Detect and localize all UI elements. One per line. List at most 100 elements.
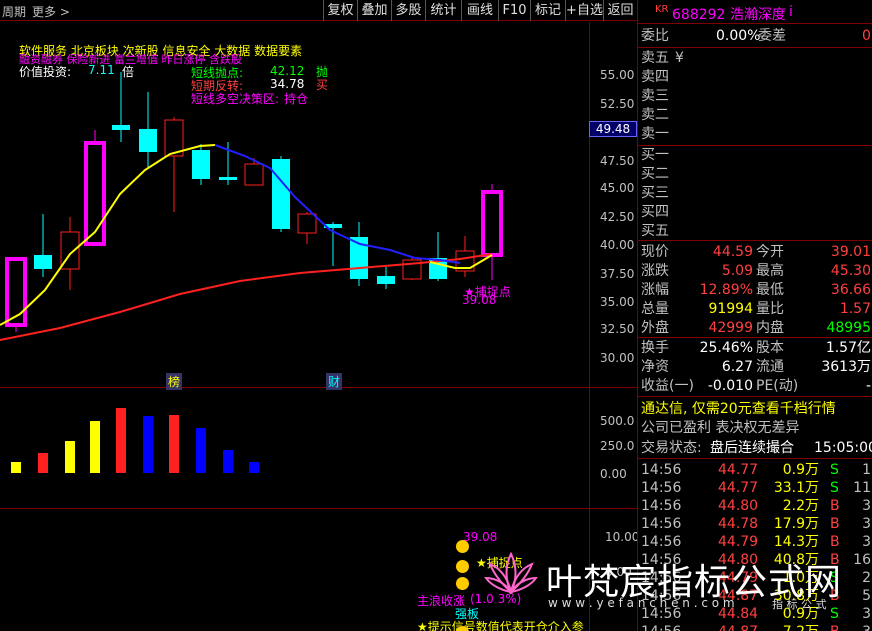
candle-body[interactable] xyxy=(34,255,52,269)
order-diff-value: 0 xyxy=(862,28,871,44)
price-tick-label: 52.50 xyxy=(600,97,635,111)
short-reversal-value: 34.78 xyxy=(270,77,305,91)
ask-level-row: 卖四 xyxy=(641,69,669,85)
quote-row: 收益(一) -0.010 PE(动) - xyxy=(641,378,871,394)
volume-bar xyxy=(196,428,206,473)
finance-marker[interactable]: 财 xyxy=(326,373,343,390)
candle-body[interactable] xyxy=(297,213,317,234)
volume-bar xyxy=(169,415,179,473)
stock-suffix: i xyxy=(789,4,793,20)
divider xyxy=(638,240,872,241)
market-badge: KR xyxy=(655,4,669,15)
volume-bar xyxy=(90,421,100,473)
short-sell-value: 42.12 xyxy=(270,64,305,78)
quote-row: 涨幅 12.89% 最低 36.66 xyxy=(641,282,871,298)
ask-level-row: 卖三 xyxy=(641,88,669,104)
candle-body[interactable] xyxy=(84,141,106,246)
strategy-label: 短线多空决策区: xyxy=(191,92,280,106)
notice-row-1[interactable]: 通达信, 仅需20元查看千档行情 xyxy=(638,400,872,418)
price-tick-label: 45.00 xyxy=(600,181,635,195)
toolbar-button-6[interactable]: 标记 xyxy=(530,0,565,21)
chart-canvas xyxy=(0,72,503,473)
volume-tick-label: 500.0 xyxy=(600,414,635,428)
volume-bar xyxy=(143,416,153,473)
more-button[interactable]: 更多 > xyxy=(32,3,70,20)
value-invest-label: 价值投资: xyxy=(19,65,72,79)
price-tick-label: 32.50 xyxy=(600,322,635,336)
watermark-url: w w w . y e f a n c h e n . c o m xyxy=(548,596,735,610)
price-tick-label: 55.00 xyxy=(600,68,635,82)
chart-area[interactable]: 软件服务 北京板块 次新股 信息安全 大数据 数据要素 融资融券 保险新进 富兰… xyxy=(0,22,640,631)
bid-level-row: 买四 xyxy=(641,204,669,220)
price-tick-label: 47.50 xyxy=(600,154,635,168)
list-marker[interactable]: 榜 xyxy=(166,373,183,390)
indicator-tick-label: 10.00 xyxy=(605,530,640,544)
toolbar-button-1[interactable]: 叠加 xyxy=(357,0,391,21)
stock-code-name[interactable]: 688292 浩瀚深度 xyxy=(672,4,786,24)
price-tick-label: 37.50 xyxy=(600,267,635,281)
quote-panel: KR 688292 浩瀚深度 i 委比 0.00% 委差 0 卖五 ¥ 卖四卖三卖二… xyxy=(637,0,872,631)
bid-level-row: 买一 xyxy=(641,147,669,163)
quote-row: 涨跌 5.09 最高 45.30 xyxy=(641,263,871,279)
volume-bar xyxy=(223,450,233,473)
candle-body[interactable] xyxy=(481,190,503,257)
quote-row: 总量 91994 量比 1.57 xyxy=(641,301,871,317)
tick-row: 14:56 44.80 2.2万 B 3 xyxy=(641,498,871,514)
ma-yellow-line xyxy=(0,144,216,326)
indicator-catch-value: 39.08 xyxy=(463,530,498,544)
volume-bar xyxy=(38,453,48,473)
price-axis-divider xyxy=(589,22,590,631)
value-invest-num: 7.11 xyxy=(88,63,115,77)
toolbar-button-3[interactable]: 统计 xyxy=(425,0,461,21)
chevron-right-icon: > xyxy=(59,5,70,19)
volume-bar xyxy=(11,462,21,473)
quote-row: 外盘 42999 内盘 48995 xyxy=(641,320,871,336)
toolbar-button-7[interactable]: +自选 xyxy=(565,0,603,21)
quote-row: 换手 25.46% 股本 1.57亿 xyxy=(641,340,871,356)
price-tick-label: 42.50 xyxy=(600,210,635,224)
candle-body[interactable] xyxy=(192,150,210,179)
ask-level-row: 卖二 xyxy=(641,107,669,123)
price-tick-label: 30.00 xyxy=(600,351,635,365)
bid-level-row: 买三 xyxy=(641,185,669,201)
candle-body[interactable] xyxy=(112,125,130,130)
tick-row: 14:56 44.77 33.1万 S 11 xyxy=(641,480,871,496)
order-ratio-value: 0.00% xyxy=(716,28,761,44)
divider xyxy=(638,337,872,338)
candle-body[interactable] xyxy=(244,163,264,186)
volume-bar xyxy=(116,408,126,473)
period-button[interactable]: 周期 xyxy=(2,3,26,20)
toolbar-button-4[interactable]: 画线 xyxy=(461,0,498,21)
toolbar-button-0[interactable]: 复权 xyxy=(323,0,357,21)
toolbar-button-5[interactable]: F10 xyxy=(498,0,530,21)
watermark-sub: 指 标 公 式 xyxy=(772,598,827,611)
bid-level-row: 买五 xyxy=(641,223,669,239)
ask-level-row: 卖五 ¥ xyxy=(641,50,684,66)
volume-tick-label: 0.00 xyxy=(600,467,627,481)
price-cursor-label: 49.48 xyxy=(589,121,637,137)
tick-row: 14:5644.877.2万B3 xyxy=(638,623,872,631)
tick-row: 14:56 44.77 0.9万 S 1 xyxy=(641,462,871,478)
candle-body[interactable] xyxy=(272,159,290,229)
stock-title-bar: KR 688292 浩瀚深度 i xyxy=(638,0,872,24)
volume-tick-label: 250.0 xyxy=(600,439,635,453)
toolbar-button-2[interactable]: 多股 xyxy=(391,0,425,21)
volume-bar xyxy=(65,441,75,473)
order-ratio-row: 委比 0.00% 委差 0 xyxy=(638,27,872,45)
candle-body[interactable] xyxy=(139,129,157,152)
tick-row: 14:56 44.79 14.3万 B 3 xyxy=(641,534,871,550)
price-tick-label: 35.00 xyxy=(600,295,635,309)
quote-row: 现价 44.59 今开 39.01 xyxy=(641,244,871,260)
tick-row: 14:56 44.78 17.9万 B 3 xyxy=(641,516,871,532)
catch-point-value: 39.08 xyxy=(462,293,497,307)
quote-row: 净资 6.27 流通 3613万 xyxy=(641,359,871,375)
strategy-value: 持仓 xyxy=(284,92,309,106)
candle-body[interactable] xyxy=(219,177,237,180)
order-ratio-label: 委比 xyxy=(641,28,669,44)
toolbar-button-8[interactable]: 返回 xyxy=(603,0,637,21)
divider xyxy=(638,458,872,459)
candle-body[interactable] xyxy=(377,276,395,284)
divider xyxy=(638,47,872,48)
smile-icon xyxy=(456,560,469,573)
notice-row-2: 公司已盈利 表决权无差异 xyxy=(641,420,800,436)
